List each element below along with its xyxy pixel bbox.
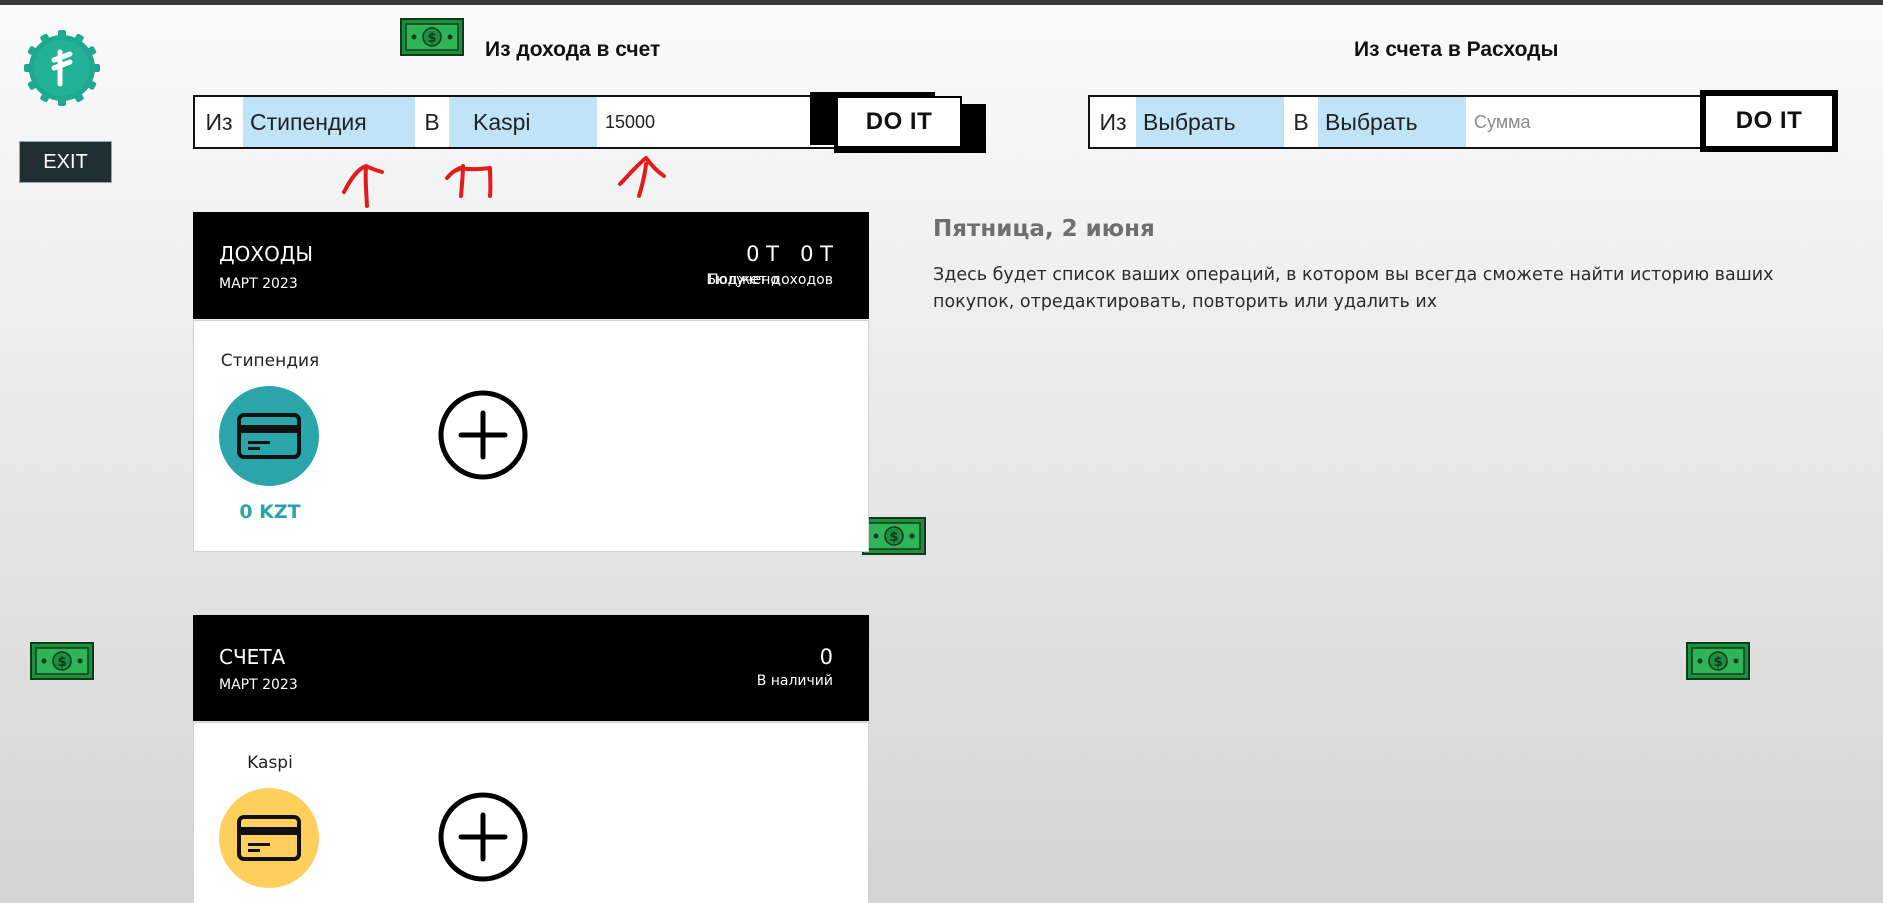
tenge-logo-icon[interactable] bbox=[24, 30, 100, 106]
plus-circle-icon bbox=[438, 390, 528, 480]
top-border bbox=[0, 0, 1883, 5]
exit-button[interactable]: EXIT bbox=[19, 141, 112, 183]
accounts-panel-body: Kaspi bbox=[193, 722, 869, 903]
cash-value: 0 bbox=[819, 645, 833, 669]
accounts-panel-header: СЧЕТА МАРТ 2023 0 В наличий bbox=[193, 615, 869, 721]
income-do-it-button[interactable]: DO IT bbox=[836, 96, 962, 148]
income-panel-title: ДОХОДЫ bbox=[219, 242, 314, 266]
red-arrow-icon bbox=[342, 156, 666, 208]
add-income-button[interactable] bbox=[437, 389, 529, 481]
accounts-panel-title: СЧЕТА bbox=[219, 645, 286, 669]
from-label: Из bbox=[1090, 97, 1136, 147]
budget-label: Бюджет доходов bbox=[706, 272, 834, 288]
account-item-kaspi[interactable] bbox=[219, 788, 319, 888]
accounts-panel-period: МАРТ 2023 bbox=[219, 677, 298, 693]
income-transfer-title: Из дохода в счет bbox=[485, 38, 661, 61]
to-label: В bbox=[415, 97, 449, 147]
expense-category-select[interactable]: Выбрать bbox=[1318, 97, 1466, 147]
from-label: Из bbox=[195, 97, 243, 147]
amount-input[interactable] bbox=[1466, 97, 1702, 147]
money-bill-icon: $ bbox=[1686, 642, 1750, 680]
svg-text:$: $ bbox=[427, 31, 436, 46]
svg-text:$: $ bbox=[1713, 655, 1722, 670]
plus-circle-icon bbox=[438, 792, 528, 882]
cash-label: В наличий bbox=[756, 673, 833, 689]
income-panel-body: Стипендия 0 KZT bbox=[193, 320, 869, 552]
budget-value: 0 Т bbox=[800, 242, 833, 266]
svg-text:$: $ bbox=[889, 530, 898, 545]
income-panel-period: МАРТ 2023 bbox=[219, 276, 298, 292]
income-transfer-form: Из Стипендия В Kaspi bbox=[193, 95, 838, 149]
money-bill-icon: $ bbox=[862, 517, 926, 555]
amount-input[interactable] bbox=[597, 97, 817, 147]
income-source-select[interactable]: Стипендия bbox=[243, 97, 415, 147]
income-item-name: Стипендия bbox=[220, 351, 320, 371]
account-item-name: Kaspi bbox=[247, 753, 293, 773]
expense-do-it-button[interactable]: DO IT bbox=[1700, 90, 1838, 152]
operations-date: Пятница, 2 июня bbox=[933, 216, 1155, 242]
income-item-amount: 0 KZT bbox=[239, 501, 301, 523]
to-label: В bbox=[1284, 97, 1318, 147]
credit-card-icon bbox=[237, 413, 301, 459]
credit-card-icon bbox=[237, 815, 301, 861]
operations-empty-text: Здесь будет список ваших операций, в кот… bbox=[933, 265, 1774, 312]
target-account-select[interactable]: Kaspi bbox=[449, 97, 597, 147]
add-account-button[interactable] bbox=[437, 791, 529, 883]
income-item-stipend[interactable] bbox=[219, 386, 319, 486]
svg-text:$: $ bbox=[57, 655, 66, 670]
money-bill-icon: $ bbox=[400, 18, 464, 56]
expense-transfer-title: Из счета в Расходы bbox=[1354, 38, 1559, 61]
income-panel-header: ДОХОДЫ МАРТ 2023 0 Т Получено 0 Т Бюджет… bbox=[193, 212, 869, 319]
expense-transfer-form: Из Выбрать В Выбрать bbox=[1088, 95, 1708, 149]
money-bill-icon: $ bbox=[30, 642, 94, 680]
account-source-select[interactable]: Выбрать bbox=[1136, 97, 1284, 147]
